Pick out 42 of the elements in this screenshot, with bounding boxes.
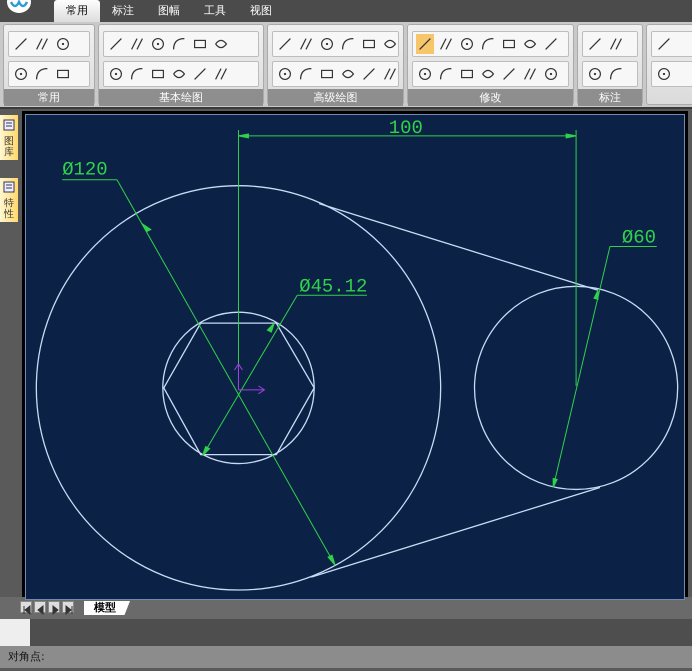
sheet-nav-button[interactable] [62,601,74,613]
document-icon [2,180,16,194]
ucs-axis-icon [234,363,266,394]
circle-icon [107,65,125,83]
sheet-nav-button[interactable] [20,601,32,613]
circle-icon [318,35,336,53]
dimension-text: Ø45.12 [299,275,368,298]
status-text: 对角点: [8,650,45,663]
last-icon [63,604,75,616]
circle-icon [12,65,30,83]
tool-button[interactable] [416,34,434,54]
circle-icon [54,35,72,53]
sheet-nav-button[interactable] [34,601,46,613]
circle-icon [276,65,294,83]
drawing-canvas[interactable]: Ø120 100 Ø45.12 Ø60 [25,114,685,600]
sheet-nav-button[interactable] [48,601,60,613]
dimension-text: 100 [388,116,423,139]
dimension-text: Ø120 [62,158,108,181]
sheet-tab[interactable]: 模型 [84,601,130,615]
ribbon-tab[interactable]: 图幅 [146,0,192,22]
dimension-text: Ø60 [622,226,656,248]
group-label: 标注 [578,89,642,106]
side-panel-tab[interactable]: 特性 [0,178,18,222]
group-label: 修改 [408,89,573,106]
circle-icon [542,65,560,83]
circle-icon [416,65,434,83]
circle-icon [586,65,604,83]
side-panel-tab[interactable]: 图库 [0,115,18,160]
ribbon-tab[interactable]: 常用 [54,0,100,22]
app-logo-icon[interactable] [6,0,32,14]
library-icon [2,118,16,132]
circle-icon [149,35,167,53]
circle-icon [655,65,673,83]
ribbon-tab[interactable]: 标注 [100,0,146,22]
circle-icon [458,35,476,53]
ribbon-tab[interactable]: 视图 [238,0,284,22]
group-label: 高级绘图 [268,89,403,106]
command-grip[interactable] [0,619,30,646]
ribbon-tab[interactable]: 工具 [192,0,238,22]
group-label: 基本绘图 [99,89,263,106]
group-label: 常用 [4,89,94,106]
first-icon [21,604,33,616]
